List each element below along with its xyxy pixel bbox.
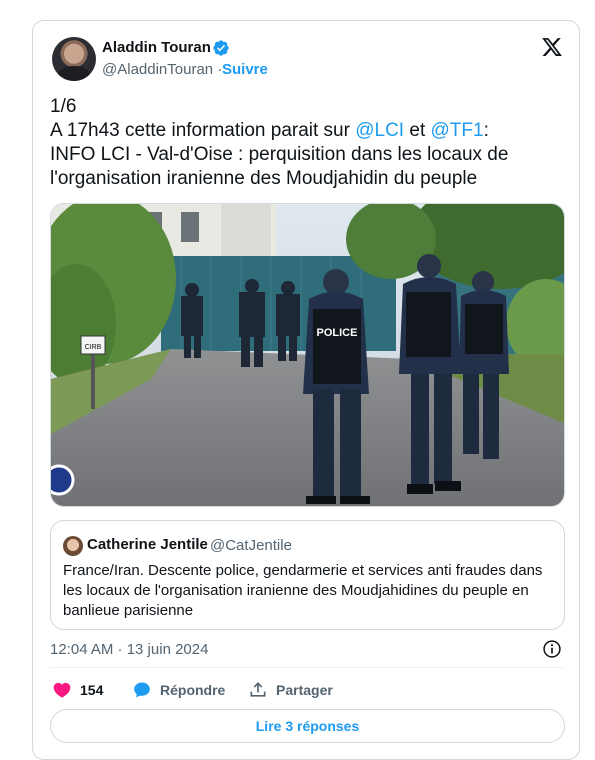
tweet-text: 1/6 A 17h43 cette information parait sur… bbox=[50, 95, 565, 191]
watermark-logo bbox=[51, 464, 75, 496]
reply-label: Répondre bbox=[160, 682, 226, 698]
sign-text: CIRB bbox=[85, 344, 102, 351]
quoted-tweet-text: France/Iran. Descente police, gendarmeri… bbox=[63, 562, 543, 619]
tweet-photo[interactable]: CIRB POLICE bbox=[50, 203, 565, 507]
mention-tf1-link[interactable]: @TF1 bbox=[431, 120, 484, 141]
tweet-line: A 17h43 cette information parait sur @LC… bbox=[50, 119, 565, 143]
author-handle-text[interactable]: @AladdinTouran bbox=[102, 61, 213, 78]
reply-button[interactable]: Répondre bbox=[132, 680, 225, 700]
follow-button[interactable]: Suivre bbox=[222, 61, 268, 78]
reply-bubble-icon bbox=[134, 682, 150, 698]
verified-badge-icon bbox=[213, 40, 229, 56]
tweet-line: 1/6 bbox=[50, 96, 77, 117]
share-label: Partager bbox=[276, 682, 333, 698]
tweet-text-fragment: A 17h43 cette information parait sur bbox=[50, 120, 356, 141]
info-icon[interactable] bbox=[542, 639, 562, 659]
author-avatar[interactable] bbox=[52, 37, 96, 81]
read-replies-button[interactable]: Lire 3 réponses bbox=[50, 709, 565, 743]
tweet-text-fragment: : bbox=[483, 120, 489, 141]
author-name[interactable]: Aladdin Touran bbox=[102, 39, 211, 56]
share-upload-icon bbox=[250, 682, 266, 697]
like-count: 154 bbox=[80, 682, 104, 698]
vest-label: POLICE bbox=[317, 327, 358, 339]
heart-icon bbox=[53, 682, 71, 698]
like-button[interactable]: 154 bbox=[52, 680, 103, 700]
tweet-line: INFO LCI - Val-d'Oise : perquisition dan… bbox=[50, 144, 509, 165]
quoted-tweet[interactable]: Catherine Jentile @CatJentile France/Ira… bbox=[50, 520, 565, 630]
tweet-timestamp[interactable]: 12:04 AM · 13 juin 2024 bbox=[50, 641, 208, 658]
tweet-text-fragment: et bbox=[404, 120, 431, 141]
x-logo-icon[interactable] bbox=[541, 36, 563, 58]
quoted-author-handle: @CatJentile bbox=[210, 537, 292, 554]
photo-scene: CIRB POLICE bbox=[51, 204, 564, 506]
quoted-author-avatar bbox=[63, 536, 83, 556]
author-handle[interactable]: @AladdinTouran · bbox=[102, 61, 222, 78]
divider bbox=[50, 667, 565, 668]
share-button[interactable]: Partager bbox=[248, 680, 333, 700]
mention-lci-link[interactable]: @LCI bbox=[355, 120, 404, 141]
tweet-line: l'organisation iranienne des Moudjahidin… bbox=[50, 168, 478, 189]
quoted-author-name: Catherine Jentile bbox=[87, 536, 208, 553]
